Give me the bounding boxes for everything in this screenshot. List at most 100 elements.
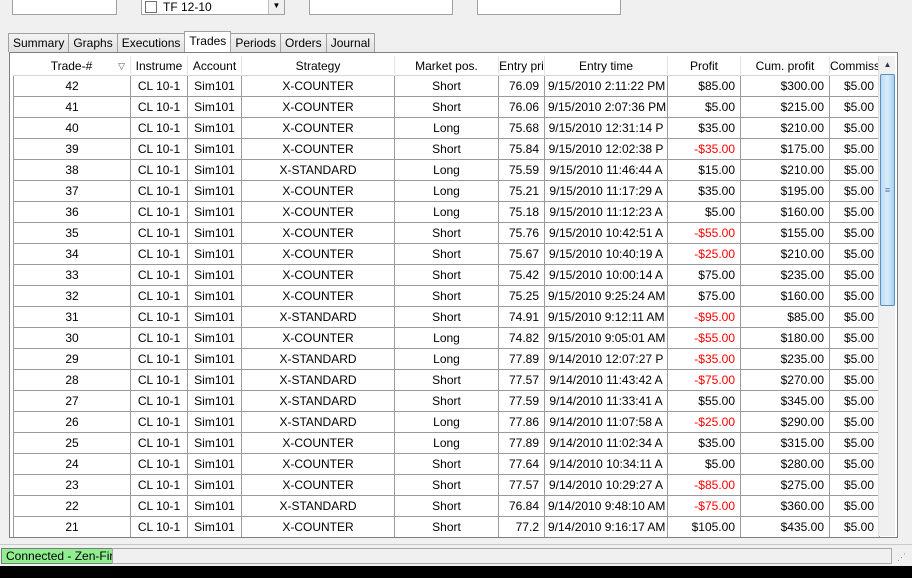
- table-row[interactable]: 35 CL 10-1 Sim101 X-COUNTER Short 75.76 9/15/2…: [13, 223, 880, 244]
- cell-commission: $5.00: [830, 349, 880, 369]
- top-input-3[interactable]: [309, 0, 453, 15]
- cell-trade-number: 37: [13, 181, 131, 201]
- cell-cum-profit: $280.00: [741, 454, 830, 474]
- cell-strategy: X-COUNTER: [242, 475, 395, 495]
- cell-profit: $5.00: [668, 454, 741, 474]
- cell-strategy: X-COUNTER: [242, 181, 395, 201]
- table-row[interactable]: 31 CL 10-1 Sim101 X-STANDARD Short 74.91 9/15/…: [13, 307, 880, 328]
- dropdown-arrow-icon[interactable]: ▼: [268, 0, 284, 14]
- tab-orders[interactable]: Orders: [280, 33, 327, 52]
- tab-journal[interactable]: Journal: [325, 33, 376, 52]
- column-header-entry-time[interactable]: Entry time: [545, 56, 668, 76]
- tab-executions[interactable]: Executions: [116, 33, 186, 52]
- table-row[interactable]: 37 CL 10-1 Sim101 X-COUNTER Long 75.21 9/15/20…: [13, 181, 880, 202]
- table-row[interactable]: 39 CL 10-1 Sim101 X-COUNTER Short 75.84 9/15/2…: [13, 139, 880, 160]
- column-header-cum-profit[interactable]: Cum. profit: [741, 56, 830, 76]
- table-row[interactable]: 30 CL 10-1 Sim101 X-COUNTER Long 74.82 9/15/20…: [13, 328, 880, 349]
- cell-trade-number: 36: [13, 202, 131, 222]
- cell-profit: $5.00: [668, 97, 741, 117]
- column-header-entry-price[interactable]: Entry pri: [499, 56, 545, 76]
- cell-instrument: CL 10-1: [131, 454, 188, 474]
- cell-instrument: CL 10-1: [131, 517, 188, 537]
- table-row[interactable]: 22 CL 10-1 Sim101 X-STANDARD Short 76.84 9/14/…: [13, 496, 880, 517]
- cell-trade-number: 38: [13, 160, 131, 180]
- cell-strategy: X-STANDARD: [242, 496, 395, 516]
- table-row[interactable]: 41 CL 10-1 Sim101 X-COUNTER Short 76.06 9/15/2…: [13, 97, 880, 118]
- table-row[interactable]: 40 CL 10-1 Sim101 X-COUNTER Long 75.68 9/15/20…: [13, 118, 880, 139]
- connection-status: Connected - Zen-Fire: [1, 548, 128, 564]
- cell-commission: $5.00: [830, 118, 880, 138]
- table-row[interactable]: 23 CL 10-1 Sim101 X-COUNTER Short 77.57 9/14/2…: [13, 475, 880, 496]
- cell-instrument: CL 10-1: [131, 118, 188, 138]
- cell-entry-time: 9/15/2010 2:07:36 PM: [545, 97, 668, 117]
- template-combo[interactable]: TF 12-10 ▼: [141, 0, 285, 15]
- cell-profit: -$35.00: [668, 349, 741, 369]
- cell-account: Sim101: [188, 139, 242, 159]
- cell-commission: $5.00: [830, 391, 880, 411]
- column-header-profit[interactable]: Profit: [668, 56, 741, 76]
- table-row[interactable]: 24 CL 10-1 Sim101 X-COUNTER Short 77.64 9/14/2…: [13, 454, 880, 475]
- cell-entry-price: 75.25: [499, 286, 545, 306]
- resize-grip-icon[interactable]: ⋰: [897, 551, 909, 563]
- cell-profit: $5.00: [668, 202, 741, 222]
- column-header-instrument[interactable]: Instrume: [131, 56, 188, 76]
- scroll-up-arrow-icon[interactable]: ▲: [879, 56, 896, 73]
- cell-entry-price: 77.59: [499, 391, 545, 411]
- cell-instrument: CL 10-1: [131, 433, 188, 453]
- top-input-4[interactable]: [477, 0, 621, 15]
- cell-entry-time: 9/15/2010 12:02:38 P: [545, 139, 668, 159]
- cell-entry-price: 77.86: [499, 412, 545, 432]
- cell-market-pos: Short: [395, 307, 499, 327]
- cell-strategy: X-COUNTER: [242, 202, 395, 222]
- cell-profit: $105.00: [668, 517, 741, 537]
- cell-profit: $35.00: [668, 433, 741, 453]
- scroll-thumb[interactable]: ≡: [880, 74, 895, 306]
- table-row[interactable]: 21 CL 10-1 Sim101 X-COUNTER Short 77.2 9/14/20…: [13, 517, 880, 537]
- column-header-commission[interactable]: Commiss: [830, 56, 880, 76]
- column-header-trade-number[interactable]: Trade-# ▽: [13, 56, 131, 76]
- cell-market-pos: Short: [395, 244, 499, 264]
- vertical-scrollbar[interactable]: ▲ ≡: [878, 56, 895, 536]
- column-header-market-pos[interactable]: Market pos.: [395, 56, 499, 76]
- table-row[interactable]: 33 CL 10-1 Sim101 X-COUNTER Short 75.42 9/15/2…: [13, 265, 880, 286]
- grid-body: 42 CL 10-1 Sim101 X-COUNTER Short 76.09 9/15/2…: [13, 76, 880, 537]
- table-row[interactable]: 38 CL 10-1 Sim101 X-STANDARD Long 75.59 9/15/2…: [13, 160, 880, 181]
- cell-market-pos: Short: [395, 97, 499, 117]
- cell-instrument: CL 10-1: [131, 328, 188, 348]
- cell-account: Sim101: [188, 181, 242, 201]
- cell-entry-time: 9/14/2010 11:43:42 A: [545, 370, 668, 390]
- cell-trade-number: 32: [13, 286, 131, 306]
- cell-strategy: X-COUNTER: [242, 244, 395, 264]
- column-header-strategy[interactable]: Strategy: [242, 56, 395, 76]
- sort-descending-icon: ▽: [118, 61, 125, 71]
- cell-profit: $35.00: [668, 118, 741, 138]
- tab-periods[interactable]: Periods: [230, 33, 281, 52]
- table-row[interactable]: 34 CL 10-1 Sim101 X-COUNTER Short 75.67 9/15/2…: [13, 244, 880, 265]
- tab-graphs[interactable]: Graphs: [68, 33, 118, 52]
- cell-strategy: X-STANDARD: [242, 307, 395, 327]
- table-row[interactable]: 25 CL 10-1 Sim101 X-COUNTER Long 77.89 9/14/20…: [13, 433, 880, 454]
- cell-strategy: X-COUNTER: [242, 286, 395, 306]
- cell-profit: $75.00: [668, 286, 741, 306]
- cell-commission: $5.00: [830, 76, 880, 96]
- cell-instrument: CL 10-1: [131, 286, 188, 306]
- template-checkbox[interactable]: [145, 1, 157, 13]
- cell-strategy: X-STANDARD: [242, 391, 395, 411]
- table-row[interactable]: 32 CL 10-1 Sim101 X-COUNTER Short 75.25 9/15/2…: [13, 286, 880, 307]
- tab-trades[interactable]: Trades: [184, 31, 232, 52]
- tab-summary[interactable]: Summary: [8, 33, 70, 52]
- table-row[interactable]: 36 CL 10-1 Sim101 X-COUNTER Long 75.18 9/15/20…: [13, 202, 880, 223]
- cell-account: Sim101: [188, 370, 242, 390]
- table-row[interactable]: 42 CL 10-1 Sim101 X-COUNTER Short 76.09 9/15/2…: [13, 76, 880, 97]
- cell-trade-number: 23: [13, 475, 131, 495]
- column-header-account[interactable]: Account: [188, 56, 242, 76]
- table-row[interactable]: 29 CL 10-1 Sim101 X-STANDARD Long 77.89 9/14/2…: [13, 349, 880, 370]
- top-input-1[interactable]: [12, 0, 117, 15]
- table-row[interactable]: 27 CL 10-1 Sim101 X-STANDARD Short 77.59 9/14/…: [13, 391, 880, 412]
- cell-commission: $5.00: [830, 160, 880, 180]
- cell-entry-time: 9/15/2010 11:17:29 A: [545, 181, 668, 201]
- cell-market-pos: Short: [395, 286, 499, 306]
- cell-strategy: X-COUNTER: [242, 223, 395, 243]
- table-row[interactable]: 26 CL 10-1 Sim101 X-STANDARD Long 77.86 9/14/2…: [13, 412, 880, 433]
- table-row[interactable]: 28 CL 10-1 Sim101 X-STANDARD Short 77.57 9/14/…: [13, 370, 880, 391]
